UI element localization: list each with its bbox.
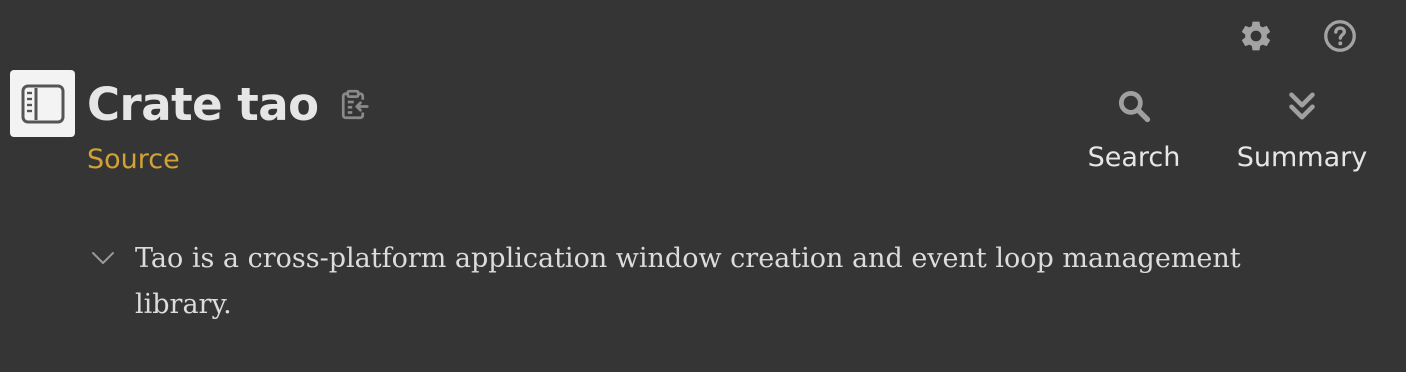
page-title: Crate tao <box>87 78 319 131</box>
settings-gear-button[interactable] <box>1236 16 1276 56</box>
copy-path-button[interactable] <box>333 85 373 125</box>
collapse-toggle[interactable] <box>90 247 116 269</box>
crate-description: Tao is a cross-platform application wind… <box>87 236 1347 328</box>
gear-icon <box>1241 21 1271 51</box>
summary-label: Summary <box>1236 142 1368 173</box>
summary-button[interactable]: Summary <box>1232 86 1372 176</box>
sidebar-toggle-icon <box>21 84 64 123</box>
chevron-down-icon <box>92 252 114 264</box>
description-text: Tao is a cross-platform application wind… <box>135 243 1241 320</box>
question-circle-icon <box>1324 20 1356 52</box>
clipboard-copy-icon <box>341 89 369 120</box>
search-button[interactable]: Search <box>1084 86 1184 176</box>
search-icon <box>1118 90 1151 123</box>
sidebar-toggle-button[interactable] <box>10 70 75 137</box>
search-label: Search <box>1087 142 1181 173</box>
source-link[interactable]: Source <box>87 142 180 178</box>
double-chevron-down-icon <box>1289 92 1315 120</box>
help-button[interactable] <box>1320 16 1360 56</box>
